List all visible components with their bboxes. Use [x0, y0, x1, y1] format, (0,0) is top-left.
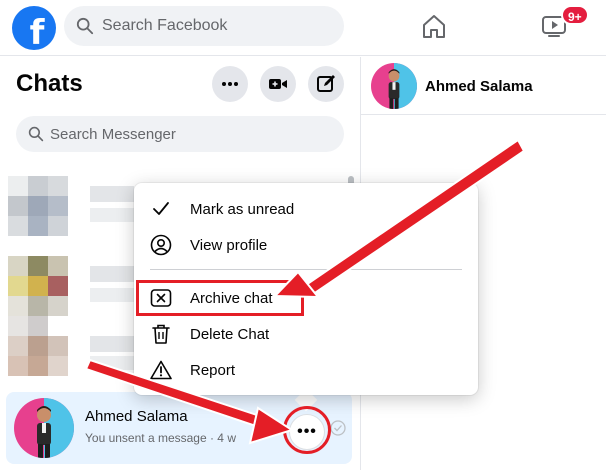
conversation-contact-name[interactable]: Ahmed Salama: [425, 78, 533, 95]
read-receipt-icon: [330, 420, 346, 436]
menu-item-label: View profile: [190, 236, 268, 254]
profile-icon: [150, 234, 172, 256]
new-message-button[interactable]: [308, 66, 344, 102]
facebook-logo[interactable]: f: [12, 6, 56, 50]
avatar: [14, 398, 74, 458]
trash-icon: [150, 323, 172, 345]
chat-options-button[interactable]: [212, 66, 248, 102]
chat-row-name: Ahmed Salama: [85, 408, 188, 425]
more-dots-icon: [222, 82, 238, 86]
menu-item-view-profile[interactable]: View profile: [142, 227, 470, 263]
facebook-search-input[interactable]: Search Facebook: [64, 6, 344, 46]
facebook-search-placeholder: Search Facebook: [102, 17, 228, 34]
chat-row-last-message: You unsent a message · 4 w: [85, 431, 236, 445]
facebook-logo-letter: f: [29, 13, 45, 50]
search-icon: [28, 126, 44, 142]
messenger-search-input[interactable]: Search Messenger: [16, 116, 344, 152]
avatar[interactable]: [371, 63, 417, 109]
avatar-figure: [388, 63, 417, 109]
video-camera-icon: [269, 79, 287, 89]
conversation-header: Ahmed Salama: [361, 57, 606, 115]
top-navigation-bar: f Search Facebook 9+: [0, 0, 606, 56]
menu-item-mark-as-unread[interactable]: Mark as unread: [142, 191, 470, 227]
menu-item-delete-chat[interactable]: Delete Chat: [142, 316, 470, 352]
chats-title: Chats: [16, 70, 83, 97]
video-call-button[interactable]: [260, 66, 296, 102]
menu-item-label: Mark as unread: [190, 200, 295, 218]
home-icon[interactable]: [420, 12, 448, 40]
watch-notification-badge: 9+: [561, 5, 589, 25]
avatar-figure: [37, 398, 74, 458]
archive-chat-highlight: [136, 280, 304, 316]
messenger-search-placeholder: Search Messenger: [50, 125, 176, 143]
more-button-highlight: [283, 406, 331, 454]
compose-icon: [317, 75, 335, 92]
menu-divider: [150, 269, 462, 270]
check-icon: [150, 198, 172, 220]
menu-item-label: Delete Chat: [190, 325, 270, 343]
menu-item-label: Report: [190, 361, 236, 379]
menu-item-report[interactable]: Report: [142, 352, 470, 388]
warning-icon: [150, 359, 172, 381]
search-icon: [76, 17, 94, 35]
